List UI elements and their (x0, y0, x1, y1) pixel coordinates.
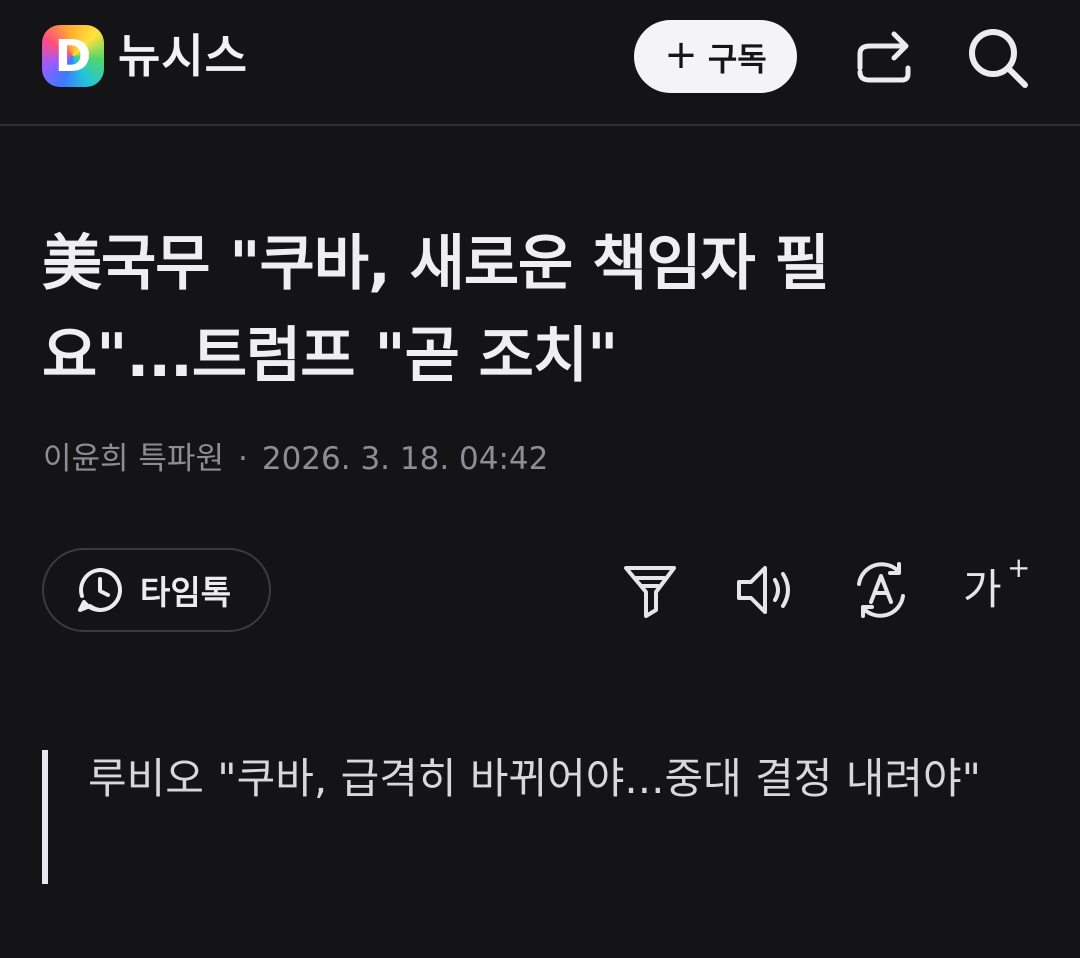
search-icon[interactable] (966, 26, 1030, 90)
publish-datetime: 2026. 3. 18. 04:42 (261, 441, 549, 477)
subheadline-quote: 루비오 "쿠바, 급격히 바뀌어야...중대 결정 내려야" (42, 750, 1002, 884)
plus-icon: + (664, 31, 698, 78)
share-icon[interactable] (852, 28, 914, 86)
clock-chat-icon (78, 568, 122, 612)
timetalk-button[interactable]: 타임톡 (42, 548, 271, 632)
filter-icon[interactable] (618, 558, 682, 622)
subscribe-label: 구독 (707, 39, 767, 78)
publisher-name[interactable]: 뉴시스 (118, 26, 248, 86)
daum-logo-icon[interactable]: D (42, 25, 104, 87)
subheadline-text: 루비오 "쿠바, 급격히 바뀌어야...중대 결정 내려야" (88, 754, 981, 803)
subscribe-button[interactable]: + 구독 (634, 20, 797, 93)
separator: · (237, 441, 248, 477)
logo-letter: D (54, 30, 92, 82)
translate-icon[interactable] (849, 558, 913, 622)
top-bar: D 뉴시스 + 구독 (0, 0, 1080, 126)
author[interactable]: 이윤희 특파원 (43, 441, 224, 477)
font-size-icon[interactable]: 가 + (963, 554, 1030, 622)
byline: 이윤희 특파원 · 2026. 3. 18. 04:42 (43, 436, 548, 482)
timetalk-label: 타임톡 (140, 573, 232, 612)
article-title: 美국무 "쿠바, 새로운 책임자 필요"...트럼프 "곧 조치" (42, 229, 830, 391)
speaker-icon[interactable] (733, 558, 797, 622)
font-size-plus: + (1007, 551, 1031, 584)
